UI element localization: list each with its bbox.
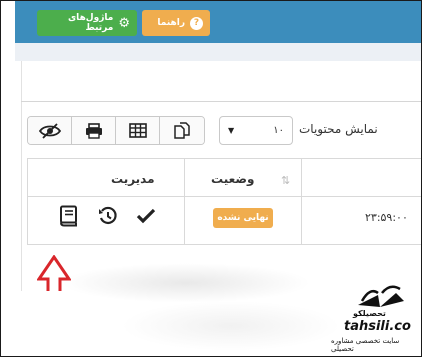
copy-button[interactable]	[160, 117, 204, 144]
logo-tagline: سایت تخصصی مشاوره تحصیلی	[331, 337, 400, 353]
table-col-divider	[301, 158, 302, 245]
table-left-border	[27, 158, 28, 245]
eye-slash-icon	[38, 122, 61, 139]
show-entries-label: نمایش محتویات	[299, 122, 378, 136]
table-bottom-border	[27, 244, 421, 245]
check-icon	[136, 208, 156, 224]
content-background	[15, 43, 421, 61]
help-button[interactable]: ? راهنما	[142, 10, 210, 36]
book-icon	[60, 205, 77, 227]
panel-divider	[21, 101, 421, 102]
table-top-border	[27, 158, 421, 159]
sort-icon[interactable]: ⇅	[281, 174, 290, 187]
related-modules-button[interactable]: ⚙ ماژول‌های مرتبط	[37, 10, 137, 36]
status-column-header[interactable]: وضعیت	[211, 172, 254, 186]
export-toolbar	[27, 116, 205, 145]
management-column-header: مدیریت	[111, 172, 155, 186]
time-cell: ۲۳:۵۹:۰۰	[365, 211, 408, 224]
page-size-value: ۱۰	[273, 125, 284, 136]
question-icon: ?	[190, 16, 203, 30]
print-button[interactable]	[72, 117, 116, 144]
blur-smear	[121, 301, 341, 351]
page-size-select[interactable]: ▼ ۱۰	[219, 116, 293, 145]
status-badge: نهایی نشده	[213, 208, 273, 228]
screenshot-frame: ⚙ ماژول‌های مرتبط ? راهنما	[0, 0, 422, 357]
book-logo-icon	[358, 285, 404, 307]
table-icon	[128, 123, 147, 138]
excel-export-button[interactable]	[116, 117, 160, 144]
copy-icon	[174, 122, 190, 139]
logo-persian-text: تحصیلکو	[353, 309, 386, 318]
toggle-columns-button[interactable]	[28, 117, 72, 144]
related-modules-label: ماژول‌های مرتبط	[67, 13, 114, 33]
confirm-button[interactable]	[134, 204, 158, 228]
top-action-bar: ⚙ ماژول‌های مرتبط ? راهنما	[15, 1, 421, 43]
details-book-button[interactable]	[56, 204, 80, 228]
table-col-divider	[184, 158, 185, 245]
print-icon	[85, 122, 102, 139]
history-button[interactable]	[96, 204, 120, 228]
logo-english-text: tahsili.co	[344, 319, 411, 334]
history-icon	[99, 206, 117, 225]
help-label: راهنما	[157, 18, 185, 28]
gears-icon: ⚙	[118, 15, 130, 31]
table-header-border	[27, 196, 421, 197]
blur-smear	[61, 263, 311, 303]
chevron-down-icon: ▼	[228, 126, 235, 135]
